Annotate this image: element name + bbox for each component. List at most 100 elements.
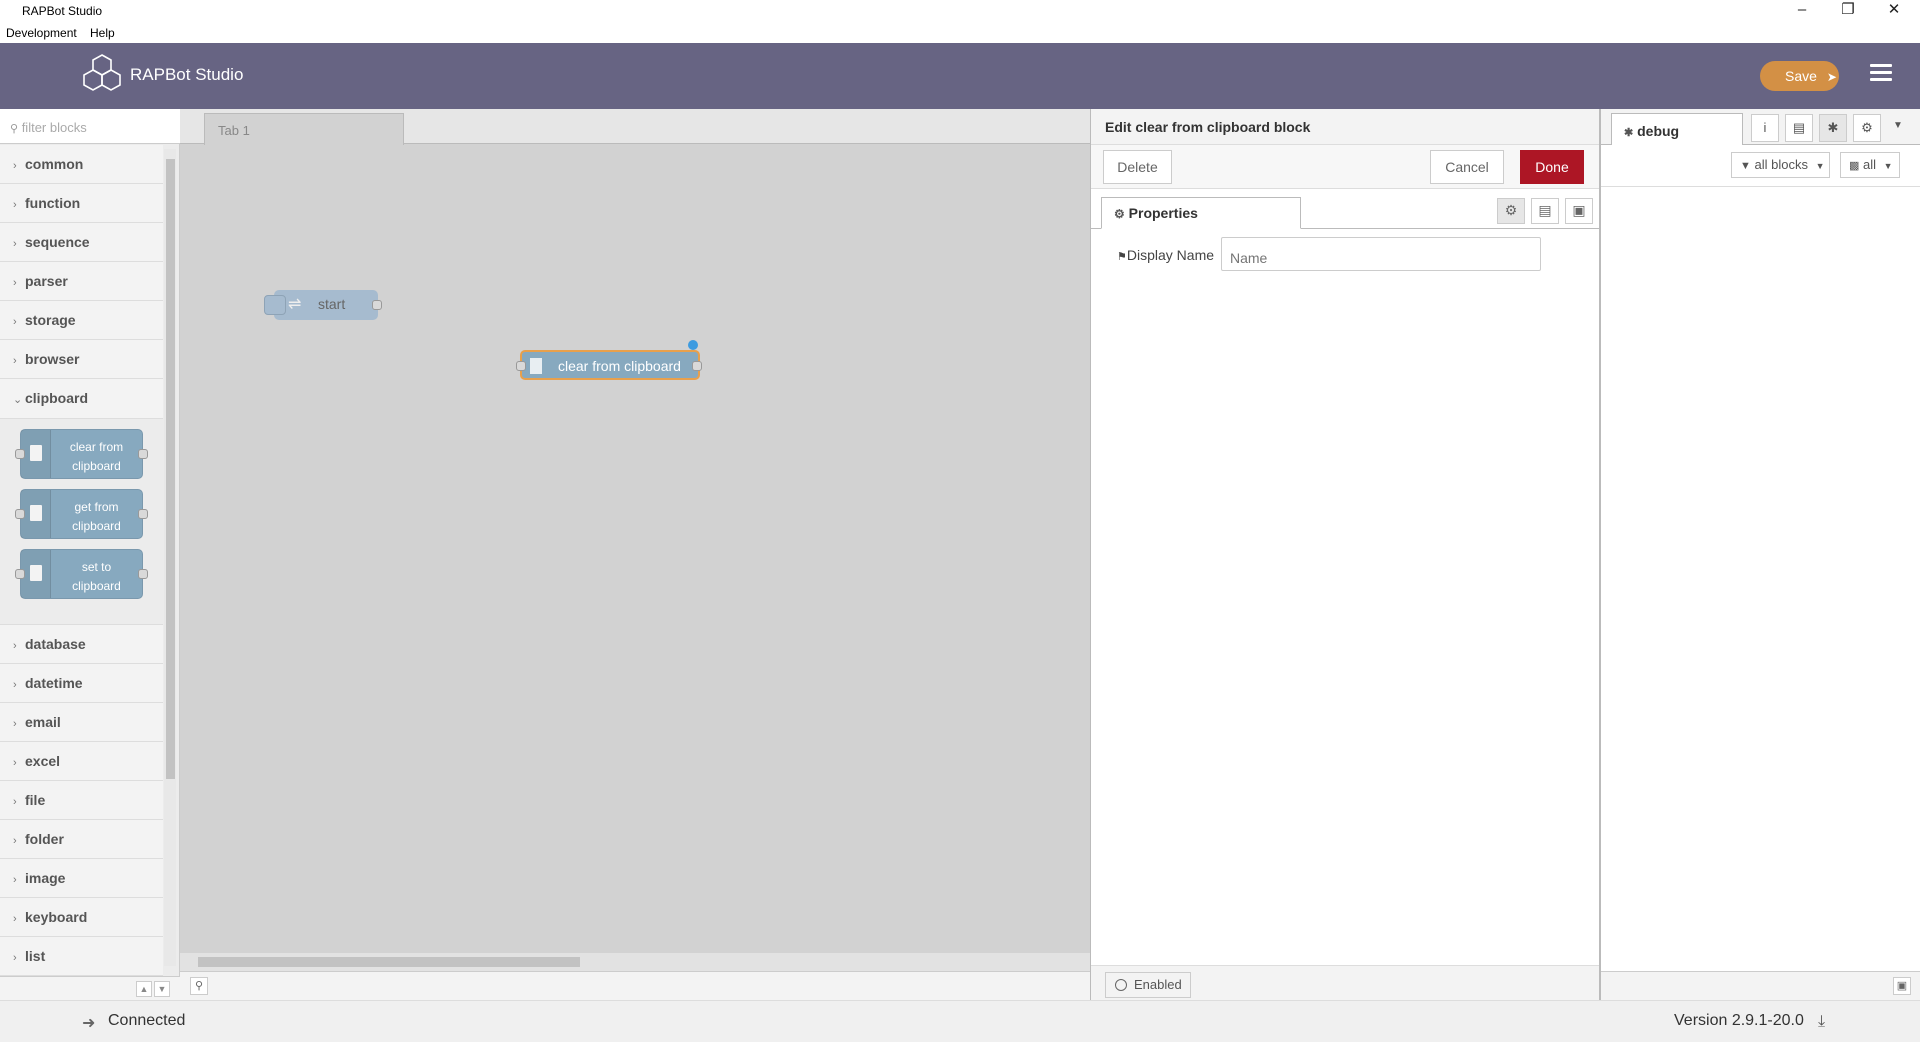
chevron-right-icon: ›: [13, 874, 17, 886]
filter-icon: ▼: [1740, 160, 1751, 172]
palette-category[interactable]: › browser: [0, 340, 163, 379]
category-label: sequence: [25, 234, 90, 250]
palette-category[interactable]: › sequence: [0, 223, 163, 262]
enabled-toggle[interactable]: Enabled: [1105, 972, 1191, 998]
palette-filter-input[interactable]: ⚲ filter blocks: [0, 109, 180, 144]
caret-down-icon: ▼: [1815, 161, 1825, 171]
download-icon[interactable]: ⤓: [1818, 1013, 1825, 1031]
save-label: Save: [1785, 68, 1817, 84]
palette-category[interactable]: › file: [0, 781, 163, 820]
input-port[interactable]: [516, 361, 526, 371]
palette-category[interactable]: › folder: [0, 820, 163, 859]
palette-category[interactable]: › list: [0, 937, 163, 976]
debug-tab-button[interactable]: ✱: [1819, 114, 1847, 142]
field-label: Display Name: [1126, 247, 1215, 263]
cancel-button[interactable]: Cancel: [1430, 150, 1504, 184]
save-button[interactable]: Save ➤: [1760, 61, 1839, 91]
delete-button[interactable]: Delete: [1103, 150, 1172, 184]
palette-category[interactable]: › parser: [0, 262, 163, 301]
document-icon: [21, 430, 51, 478]
node-label: clipboard: [72, 519, 121, 533]
palette-footer: ▲ ▼: [0, 976, 180, 1000]
done-button[interactable]: Done: [1520, 150, 1584, 184]
window-titlebar: RAPBot Studio – ❐ ✕: [0, 0, 1920, 22]
output-port[interactable]: [692, 361, 702, 371]
flow-node-start[interactable]: ⇌ start: [264, 290, 382, 320]
gear-icon: ⚙: [1861, 120, 1873, 135]
monitor-icon[interactable]: ▣: [1893, 977, 1911, 995]
palette-node-clear-from-clipboard[interactable]: clear from clipboard: [15, 429, 148, 479]
category-label: datetime: [25, 675, 83, 691]
input-port: [15, 449, 25, 459]
close-icon[interactable]: ✕: [1872, 0, 1916, 22]
gear-icon: ⚙: [1504, 202, 1518, 218]
debug-clear-select[interactable]: ▩ all ▼: [1840, 152, 1900, 178]
tab-1[interactable]: Tab 1: [204, 113, 404, 145]
editor-title: Edit clear from clipboard block: [1091, 109, 1599, 145]
scrollbar-thumb[interactable]: [166, 159, 175, 779]
tab-label: debug: [1637, 123, 1680, 139]
config-tab-button[interactable]: ⚙: [1853, 114, 1881, 142]
category-label: excel: [25, 753, 61, 769]
palette-category[interactable]: › email: [0, 703, 163, 742]
palette-category[interactable]: › storage: [0, 301, 163, 340]
chevron-right-icon: ›: [13, 199, 17, 211]
gear-icon: ⚙: [1114, 207, 1125, 221]
hamburger-menu-icon[interactable]: [1870, 64, 1892, 85]
palette-category[interactable]: › datetime: [0, 664, 163, 703]
minimize-icon[interactable]: –: [1780, 0, 1824, 22]
expand-all-icon[interactable]: ▼: [154, 981, 170, 997]
flow-node-clear-from-clipboard[interactable]: clear from clipboard: [516, 340, 702, 380]
input-port: [15, 569, 25, 579]
description-button[interactable]: ▤: [1531, 198, 1559, 224]
palette-category[interactable]: › function: [0, 184, 163, 223]
tab-debug[interactable]: ✱ debug: [1611, 113, 1743, 146]
chevron-right-icon: ›: [13, 679, 17, 691]
category-label: common: [25, 156, 84, 172]
version-label: Version 2.9.1-20.0: [1674, 1012, 1804, 1029]
appearance-button[interactable]: ▣: [1565, 198, 1593, 224]
display-name-label: ⚑Display Name: [1117, 247, 1214, 263]
zoom-search-icon[interactable]: ⚲: [190, 977, 208, 995]
app-name: RAPBot Studio: [130, 65, 244, 84]
chevron-right-icon: ›: [13, 913, 17, 925]
palette-category-open[interactable]: ⌄ clipboard: [0, 379, 163, 419]
menu-help[interactable]: Help: [90, 26, 115, 40]
palette-scrollbar[interactable]: [164, 149, 176, 966]
chevron-right-icon: ›: [13, 835, 17, 847]
restore-icon[interactable]: ❐: [1826, 0, 1870, 22]
properties-settings-button[interactable]: ⚙: [1497, 198, 1525, 224]
chevron-down-icon[interactable]: ▼: [1893, 120, 1903, 131]
palette-category[interactable]: › image: [0, 859, 163, 898]
collapse-all-icon[interactable]: ▲: [136, 981, 152, 997]
node-label: clipboard: [72, 459, 121, 473]
bug-icon: ✱: [1624, 127, 1634, 139]
inject-button-icon[interactable]: [264, 295, 286, 315]
flow-workspace[interactable]: Tab 1 ⇌ start clear from clipboard ⚲: [180, 109, 1090, 1000]
workspace-hscrollbar[interactable]: [180, 953, 1090, 971]
palette-category[interactable]: › keyboard: [0, 898, 163, 937]
display-name-input[interactable]: [1221, 237, 1541, 271]
output-port: [138, 449, 148, 459]
palette-category[interactable]: › common: [0, 145, 163, 184]
tab-properties[interactable]: ⚙ Properties: [1101, 197, 1301, 229]
editor-button-bar: Delete Cancel Done: [1091, 145, 1599, 189]
chevron-right-icon: ›: [13, 640, 17, 652]
chevron-right-icon: ›: [13, 316, 17, 328]
scrollbar-thumb[interactable]: [198, 957, 580, 967]
output-port: [138, 509, 148, 519]
document-icon: ▤: [1538, 202, 1552, 218]
palette-node-set-to-clipboard[interactable]: set to clipboard: [15, 549, 148, 599]
category-label: clipboard: [25, 390, 89, 406]
info-tab-button[interactable]: i: [1751, 114, 1779, 142]
palette-category[interactable]: › database: [0, 625, 163, 664]
debug-filter-select[interactable]: ▼ all blocks ▼: [1731, 152, 1830, 178]
category-label: keyboard: [25, 909, 88, 925]
editor-footer: Enabled: [1091, 965, 1599, 1000]
palette-category[interactable]: › excel: [0, 742, 163, 781]
palette-node-get-from-clipboard[interactable]: get from clipboard: [15, 489, 148, 539]
help-tab-button[interactable]: ▤: [1785, 114, 1813, 142]
menu-development[interactable]: Development: [6, 26, 77, 40]
input-port: [15, 509, 25, 519]
output-port[interactable]: [372, 300, 382, 310]
